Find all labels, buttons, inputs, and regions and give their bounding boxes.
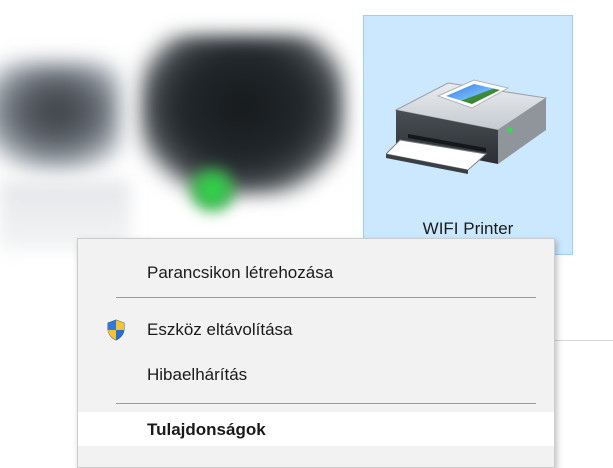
menu-item-label: Hibaelhárítás bbox=[147, 365, 248, 384]
menu-item-create-shortcut[interactable]: Parancsikon létrehozása bbox=[78, 255, 554, 289]
menu-item-troubleshoot[interactable]: Hibaelhárítás bbox=[78, 357, 554, 391]
menu-separator bbox=[116, 297, 536, 298]
background-divider bbox=[555, 340, 613, 341]
device-tile-wifi-printer[interactable]: WIFI Printer bbox=[363, 15, 573, 255]
blurred-device-image-1[interactable] bbox=[0, 62, 120, 172]
menu-item-label: Eszköz eltávolítása bbox=[147, 320, 293, 339]
blurred-device-status-light bbox=[185, 165, 240, 215]
context-menu: Parancsikon létrehozása Eszköz eltávolít… bbox=[77, 238, 555, 468]
menu-separator bbox=[116, 403, 536, 404]
uac-shield-icon bbox=[106, 319, 126, 346]
blurred-device-image-2[interactable] bbox=[140, 35, 345, 195]
device-label: WIFI Printer bbox=[422, 219, 514, 238]
menu-item-properties[interactable]: Tulajdonságok bbox=[78, 412, 554, 446]
printer-icon bbox=[386, 79, 548, 174]
menu-item-label: Tulajdonságok bbox=[147, 420, 266, 439]
menu-item-remove-device[interactable]: Eszköz eltávolítása bbox=[78, 312, 554, 346]
menu-item-label: Parancsikon létrehozása bbox=[147, 263, 334, 282]
